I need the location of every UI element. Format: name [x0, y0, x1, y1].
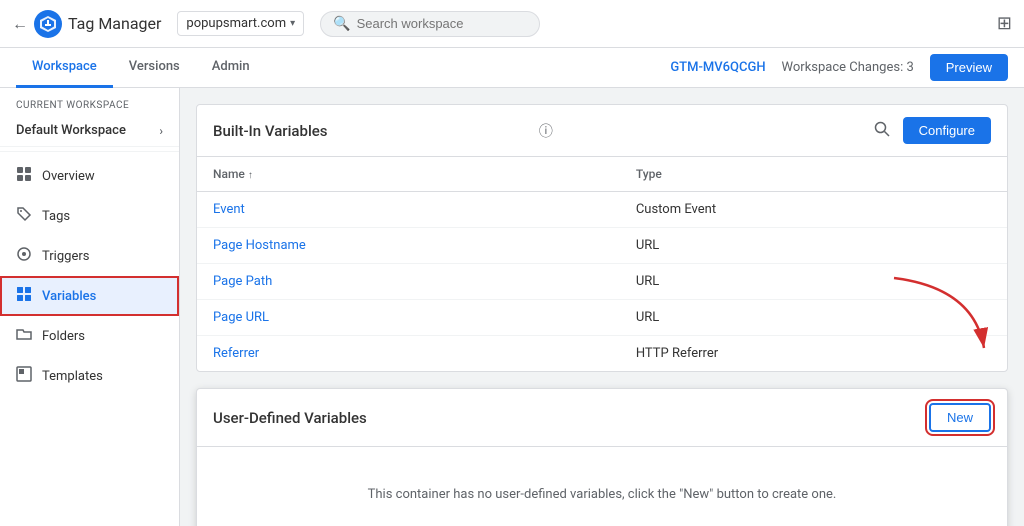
- overview-icon: [16, 166, 32, 186]
- app-logo: ← Tag Manager: [12, 10, 161, 38]
- tags-icon: [16, 206, 32, 226]
- workspace-selector[interactable]: Default Workspace ›: [0, 115, 179, 147]
- sidebar-item-variables[interactable]: Variables: [0, 276, 179, 316]
- variable-type-cell: Custom Event: [620, 192, 1007, 228]
- type-column-header: Type: [620, 157, 1007, 192]
- folders-icon: [16, 326, 32, 346]
- configure-button[interactable]: Configure: [903, 117, 991, 144]
- domain-label: popupsmart.com: [186, 16, 286, 31]
- sidebar: CURRENT WORKSPACE Default Workspace › Ov…: [0, 88, 180, 526]
- variable-name-cell: Page Path: [197, 264, 620, 300]
- domain-chevron-icon: ▾: [290, 18, 295, 29]
- grid-icon[interactable]: ⊞: [997, 13, 1012, 34]
- user-defined-variables-section: User-Defined Variables New This containe…: [196, 388, 1008, 526]
- sidebar-item-folders[interactable]: Folders: [0, 316, 179, 356]
- builtin-variables-title: Built-In Variables: [213, 122, 533, 140]
- main-layout: CURRENT WORKSPACE Default Workspace › Ov…: [0, 88, 1024, 526]
- table-row: Page URL URL: [197, 300, 1007, 336]
- content-wrapper: Built-In Variables ⓘ Configure Name: [180, 88, 1024, 526]
- variable-name-link[interactable]: Page Path: [213, 274, 272, 289]
- tab-workspace[interactable]: Workspace: [16, 48, 113, 88]
- variable-name-cell: Page Hostname: [197, 228, 620, 264]
- variable-name-cell: Referrer: [197, 336, 620, 372]
- variable-type-cell: URL: [620, 300, 1007, 336]
- back-button[interactable]: ←: [12, 14, 28, 34]
- udf-empty-message: This container has no user-defined varia…: [197, 447, 1007, 526]
- sidebar-item-tags[interactable]: Tags: [0, 196, 179, 236]
- gtm-logo-icon: [34, 10, 62, 38]
- triggers-icon: [16, 246, 32, 266]
- variable-type-cell: URL: [620, 264, 1007, 300]
- variable-type-cell: URL: [620, 228, 1007, 264]
- gtm-id-label: GTM-MV6QCGH: [670, 60, 765, 75]
- app-name-label: Tag Manager: [68, 14, 161, 33]
- builtin-variables-section: Built-In Variables ⓘ Configure Name: [196, 104, 1008, 372]
- sub-nav: Workspace Versions Admin GTM-MV6QCGH Wor…: [0, 48, 1024, 88]
- new-variable-button[interactable]: New: [929, 403, 991, 432]
- variable-type-cell: HTTP Referrer: [620, 336, 1007, 372]
- builtin-search-icon[interactable]: [873, 120, 891, 142]
- udf-header: User-Defined Variables New: [197, 389, 1007, 447]
- sidebar-item-overview-label: Overview: [42, 169, 95, 184]
- workspace-changes-label: Workspace Changes: 3: [782, 60, 914, 75]
- sidebar-item-templates[interactable]: Templates: [0, 356, 179, 396]
- udf-title: User-Defined Variables: [213, 409, 929, 427]
- sidebar-item-folders-label: Folders: [42, 329, 85, 344]
- sidebar-item-triggers[interactable]: Triggers: [0, 236, 179, 276]
- sidebar-item-templates-label: Templates: [42, 369, 103, 384]
- search-input[interactable]: [357, 16, 497, 31]
- table-row: Referrer HTTP Referrer: [197, 336, 1007, 372]
- table-row: Page Path URL: [197, 264, 1007, 300]
- preview-button[interactable]: Preview: [930, 54, 1008, 81]
- workspace-name-label: Default Workspace: [16, 123, 126, 138]
- sort-icon: ↑: [248, 170, 253, 181]
- variables-icon: [16, 286, 32, 306]
- sidebar-item-triggers-label: Triggers: [42, 249, 89, 264]
- sidebar-item-variables-label: Variables: [42, 289, 96, 304]
- search-icon: 🔍: [333, 16, 350, 32]
- table-row: Page Hostname URL: [197, 228, 1007, 264]
- variable-name-cell: Event: [197, 192, 620, 228]
- workspace-chevron-icon: ›: [159, 124, 163, 138]
- variable-name-link[interactable]: Page URL: [213, 310, 269, 325]
- builtin-variables-table: Name ↑ Type Event Custom Event Page Host…: [197, 157, 1007, 371]
- tab-admin[interactable]: Admin: [196, 48, 266, 88]
- tab-versions[interactable]: Versions: [113, 48, 196, 88]
- builtin-variables-header: Built-In Variables ⓘ Configure: [197, 105, 1007, 157]
- name-column-header: Name ↑: [197, 157, 620, 192]
- variable-name-link[interactable]: Page Hostname: [213, 238, 306, 253]
- variable-name-link[interactable]: Referrer: [213, 346, 259, 361]
- sidebar-item-overview[interactable]: Overview: [0, 156, 179, 196]
- domain-selector[interactable]: popupsmart.com ▾: [177, 11, 304, 36]
- help-icon[interactable]: ⓘ: [539, 121, 553, 141]
- variable-name-cell: Page URL: [197, 300, 620, 336]
- variable-name-link[interactable]: Event: [213, 202, 245, 217]
- workspace-label: CURRENT WORKSPACE: [0, 88, 179, 115]
- search-bar[interactable]: 🔍: [320, 11, 540, 37]
- templates-icon: [16, 366, 32, 386]
- table-row: Event Custom Event: [197, 192, 1007, 228]
- sidebar-item-tags-label: Tags: [42, 209, 70, 224]
- top-bar: ← Tag Manager popupsmart.com ▾ 🔍 ⊞: [0, 0, 1024, 48]
